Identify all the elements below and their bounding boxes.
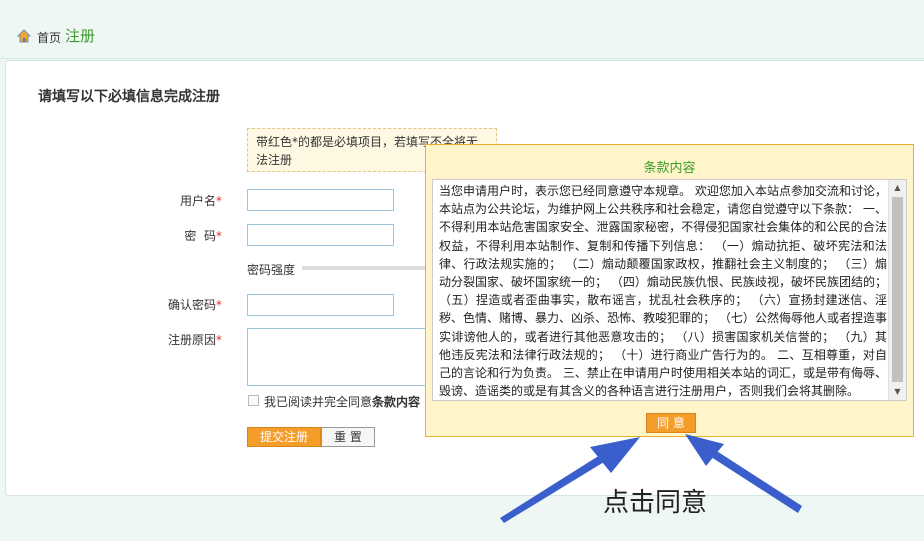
form-heading: 请填写以下必填信息完成注册: [38, 89, 220, 105]
reason-label: 注册原因*: [142, 331, 222, 348]
username-label: 用户名*: [142, 192, 222, 209]
reason-label-text: 注册原因: [167, 333, 216, 347]
reason-textarea[interactable]: [247, 328, 427, 386]
home-icon[interactable]: [17, 29, 31, 43]
confirm-password-input[interactable]: [247, 294, 394, 316]
terms-scrollbar[interactable]: ▲ ▼: [888, 180, 906, 400]
required-mark: *: [216, 298, 222, 312]
username-input[interactable]: [247, 189, 394, 211]
confirm-password-label: 确认密码*: [142, 296, 222, 313]
scroll-thumb[interactable]: [892, 197, 903, 382]
confirm-label-text: 确认密码: [167, 298, 216, 312]
terms-text: 当您申请用户时，表示您已经同意遵守本规章。 欢迎您加入本站点参加交流和讨论，本站…: [439, 184, 887, 399]
password-input[interactable]: [247, 224, 394, 246]
dialog-title: 条款内容: [643, 161, 696, 176]
breadcrumb-home-link[interactable]: 首页: [37, 29, 61, 46]
password-label: 密 码*: [142, 227, 222, 244]
required-mark: *: [216, 194, 222, 208]
scroll-down-icon[interactable]: ▼: [889, 384, 906, 400]
scroll-up-icon[interactable]: ▲: [889, 180, 906, 196]
password-strength-label: 密码强度: [247, 263, 296, 277]
password-label-text: 密 码: [184, 229, 216, 243]
breadcrumb-current: 注册: [65, 27, 96, 45]
breadcrumb: 首页 注册: [0, 12, 924, 59]
reset-button[interactable]: 重 置: [321, 427, 375, 447]
required-mark: *: [216, 333, 222, 347]
password-strength-bar: [302, 266, 430, 270]
agree-button[interactable]: 同 意: [646, 413, 696, 433]
terms-link[interactable]: 条款内容: [372, 395, 420, 409]
agree-prefix: 我已阅读并完全同意: [264, 395, 373, 409]
submit-button[interactable]: 提交注册: [247, 427, 321, 447]
agree-checkbox[interactable]: [248, 395, 259, 406]
required-mark: *: [216, 229, 222, 243]
username-label-text: 用户名: [179, 194, 216, 208]
page: 首页 注册 请填写以下必填信息完成注册 带红色*的都是必填项目，若填写不全将无法…: [0, 0, 924, 541]
terms-dialog: 条款内容 当您申请用户时，表示您已经同意遵守本规章。 欢迎您加入本站点参加交流和…: [425, 144, 914, 437]
terms-scroll-box[interactable]: 当您申请用户时，表示您已经同意遵守本规章。 欢迎您加入本站点参加交流和讨论，本站…: [432, 179, 907, 401]
agree-text: 我已阅读并完全同意条款内容: [264, 393, 420, 410]
annotation-text: 点击同意: [603, 488, 708, 518]
